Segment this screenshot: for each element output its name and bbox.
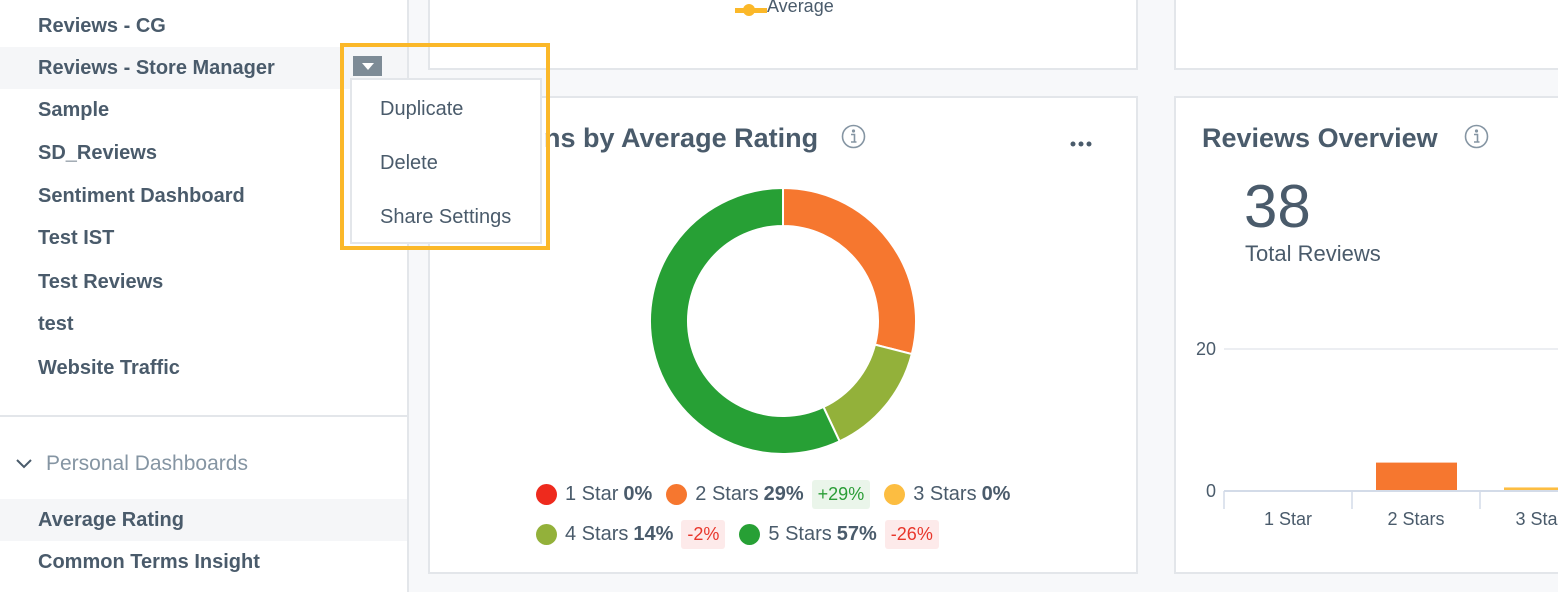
chart-legend-average[interactable]: Average <box>735 0 834 17</box>
legend-label: 3 Stars <box>913 483 977 505</box>
reviews-overview-title: Reviews Overview <box>1202 123 1438 153</box>
section-label: Personal Dashboards <box>46 452 248 475</box>
x-tick-label: 1 Star <box>1264 509 1312 529</box>
menu-item-duplicate[interactable]: Duplicate <box>380 98 463 121</box>
sidebar-item-sample[interactable]: Sample <box>0 89 407 131</box>
legend-dot-icon <box>739 524 761 545</box>
more-options-button[interactable] <box>1069 128 1093 154</box>
legend-label: 1 Star <box>565 483 619 505</box>
info-icon[interactable] <box>1464 124 1489 149</box>
legend-value: 0% <box>623 483 653 505</box>
legend-value: 14% <box>633 523 674 545</box>
sidebar-item-test-reviews[interactable]: Test Reviews <box>0 261 407 303</box>
sidebar-item-label: Reviews - CG <box>38 14 166 37</box>
sidebar-item-sd-reviews[interactable]: SD_Reviews <box>0 132 407 174</box>
sidebar-item-reviews-store-manager[interactable]: Reviews - Store Manager <box>0 47 407 89</box>
sidebar: Reviews - CG Reviews - Store Manager Sam… <box>0 0 409 592</box>
sidebar-item-label: Common Terms Insight <box>38 550 260 573</box>
delta-badge: +29% <box>811 480 871 509</box>
sidebar-item-label: test <box>38 312 74 335</box>
sidebar-item-label: Test Reviews <box>38 270 164 293</box>
legend-dot-icon <box>536 524 557 545</box>
legend-dot-icon <box>536 484 557 505</box>
menu-item-share-settings[interactable]: Share Settings <box>380 206 511 229</box>
section-divider <box>0 415 407 417</box>
sidebar-item-common-terms-insight[interactable]: Common Terms Insight <box>0 541 407 583</box>
dashboard-options-dropdown[interactable] <box>353 56 382 76</box>
sidebar-item-label: Sentiment Dashboard <box>38 184 245 207</box>
legend-entry-4-stars[interactable]: 4 Stars 14% -2% <box>536 520 726 549</box>
sidebar-item-sentiment-dashboard[interactable]: Sentiment Dashboard <box>0 175 407 217</box>
donut-slice-4-stars[interactable] <box>822 343 914 443</box>
sidebar-item-label: Average Rating <box>38 508 184 531</box>
legend-entry-2-stars[interactable]: 2 Stars 29% +29% <box>666 480 871 509</box>
total-reviews-label: Total Reviews <box>1245 241 1381 266</box>
reviews-bar-chart: 0 20 1 Star 2 Stars 3 Stars <box>1196 339 1558 529</box>
sidebar-item-website-traffic[interactable]: Website Traffic <box>0 347 407 389</box>
ratings-donut-chart <box>649 186 917 455</box>
legend-dot-icon <box>884 484 906 505</box>
info-icon[interactable] <box>841 124 866 149</box>
y-tick-label: 0 <box>1206 481 1216 501</box>
legend-value: 0% <box>981 483 1011 505</box>
sidebar-item-test-ist[interactable]: Test IST <box>0 217 407 259</box>
legend-entry-3-stars[interactable]: 3 Stars 0% <box>884 483 1010 506</box>
legend-label: 2 Stars <box>695 483 759 505</box>
personal-dashboards-header[interactable]: Personal Dashboards <box>0 442 407 486</box>
bar-3-stars[interactable] <box>1504 487 1558 490</box>
dashboard-context-menu: Duplicate Delete Share Settings <box>350 78 542 244</box>
chevron-down-icon <box>0 459 46 469</box>
ratings-card-title: ns by Average Rating <box>544 123 819 153</box>
legend-value: 29% <box>763 483 804 505</box>
y-tick-label: 20 <box>1196 339 1216 359</box>
legend-dot-icon <box>666 484 688 505</box>
sidebar-item-label: Website Traffic <box>38 356 180 379</box>
x-tick-label: 2 Stars <box>1387 509 1444 529</box>
legend-entry-1-star[interactable]: 1 Star 0% <box>536 483 652 506</box>
sidebar-item-reviews-cg[interactable]: Reviews - CG <box>0 5 407 47</box>
sidebar-item-test[interactable]: test <box>0 303 407 345</box>
legend-value: 57% <box>836 523 877 545</box>
top-right-card <box>1174 0 1558 70</box>
sidebar-item-average-rating[interactable]: Average Rating <box>0 499 407 541</box>
caret-down-icon <box>361 62 374 70</box>
delta-badge: -26% <box>884 520 939 549</box>
legend-entry-5-stars[interactable]: 5 Stars 57% -26% <box>739 520 939 549</box>
legend-line-marker-icon <box>735 1 767 16</box>
menu-item-delete[interactable]: Delete <box>380 152 438 175</box>
sidebar-item-label: Reviews - Store Manager <box>38 56 275 79</box>
sidebar-item-label: Test IST <box>38 226 115 249</box>
bar-2-stars[interactable] <box>1376 462 1457 490</box>
legend-label: Average <box>767 0 834 16</box>
legend-label: 5 Stars <box>768 523 832 545</box>
total-reviews-count: 38 <box>1244 173 1311 240</box>
sidebar-item-label: Sample <box>38 98 110 121</box>
sidebar-item-label: SD_Reviews <box>38 141 157 164</box>
donut-slice-2-stars[interactable] <box>782 186 917 356</box>
x-tick-label: 3 Stars <box>1515 509 1558 529</box>
delta-badge: -2% <box>681 520 726 549</box>
legend-label: 4 Stars <box>565 523 629 545</box>
